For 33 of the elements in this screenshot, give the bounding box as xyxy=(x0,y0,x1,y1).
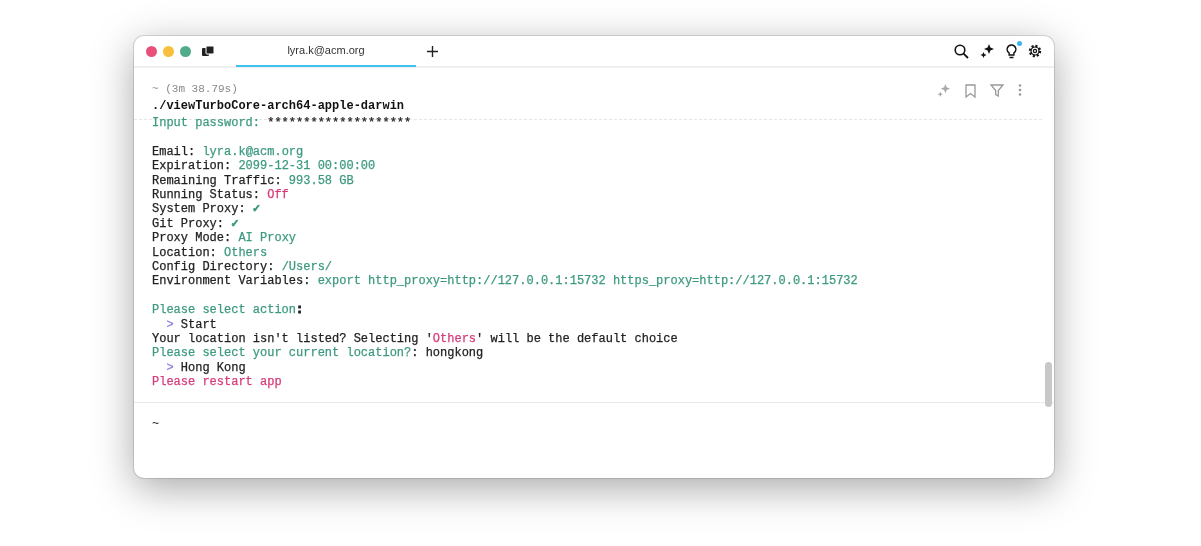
bookmark-icon[interactable] xyxy=(965,84,976,98)
output-line: Email: lyra.k@acm.org xyxy=(152,143,304,160)
filter-icon[interactable] xyxy=(990,84,1004,97)
output-line: Running Status: Off xyxy=(152,188,289,203)
output-line: Expiration: 2099-12-31 00:00:00 xyxy=(152,159,376,174)
output-line: > Hong Kong xyxy=(165,360,246,376)
output-line: Environment Variables: export http_proxy=http://127.0.0.1:15732 https_proxy=http://127.0.0.1:15732 xyxy=(152,274,858,289)
output-line: Proxy Mode: AI Proxy xyxy=(152,231,297,246)
more-icon[interactable] xyxy=(1018,84,1022,96)
output-line: Please restart app xyxy=(152,375,282,390)
lightbulb-icon[interactable] xyxy=(1006,43,1017,59)
output-line: Git Proxy: ✓ xyxy=(152,216,239,232)
terminal-tab[interactable]: lyra.k@acm.org xyxy=(236,36,416,67)
maximize-button[interactable] xyxy=(180,45,191,57)
new-tab-icon[interactable] xyxy=(427,45,438,57)
tabs-icon[interactable] xyxy=(202,46,214,56)
shell-prompt: ~ xyxy=(152,417,160,431)
search-icon[interactable] xyxy=(954,43,969,59)
output-line: Please select action: xyxy=(152,302,304,318)
output-line: Your location isn't listed? Selecting 'Others' will be the default choice xyxy=(152,332,678,347)
output-line: Config Directory: /Users/ xyxy=(152,260,333,275)
settings-icon[interactable] xyxy=(1028,44,1042,58)
output-line: Location: Others xyxy=(152,245,268,261)
command-text: ./viewTurboCore-arch64-apple-darwin xyxy=(152,98,405,114)
output-line: System Proxy: ✓ xyxy=(152,202,261,217)
output-line: Please select your current location?: hongkong xyxy=(152,346,484,361)
output-line: Remaining Traffic: 993.58 GB xyxy=(152,173,354,188)
scrollbar-thumb[interactable] xyxy=(1045,362,1052,407)
close-button[interactable] xyxy=(146,45,157,57)
command-duration: ~ (3m 38.79s) xyxy=(152,82,239,96)
output-line: Input password: ******************** xyxy=(152,116,412,131)
sparkle-icon[interactable] xyxy=(980,43,995,59)
output-line: > Start xyxy=(165,317,217,333)
